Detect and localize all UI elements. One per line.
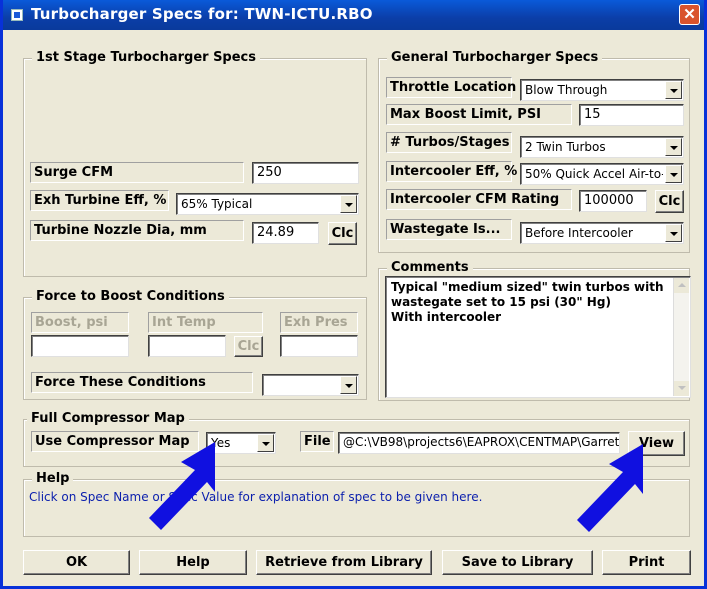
- annotation-arrow-icon: [149, 442, 215, 530]
- exh-turbine-eff-value: 65% Typical: [181, 197, 253, 211]
- comment-line: With intercooler: [391, 310, 502, 324]
- force-boost-title: Force to Boost Conditions: [32, 289, 229, 304]
- compressor-map-title: Full Compressor Map: [27, 411, 189, 426]
- int-temp-label: Int Temp: [148, 312, 263, 333]
- turbine-nozzle-dia-label[interactable]: Turbine Nozzle Dia, mm: [30, 220, 244, 241]
- comment-line: wastegate set to 15 psi (30" Hg): [391, 295, 611, 309]
- wastegate-select[interactable]: Before Intercooler: [520, 222, 684, 244]
- turbos-stages-label[interactable]: # Turbos/Stages: [386, 132, 512, 153]
- wastegate-label[interactable]: Wastegate Is...: [386, 219, 512, 240]
- exh-pres-label: Exh Pres: [280, 312, 358, 333]
- chevron-down-icon[interactable]: [665, 165, 682, 183]
- help-text: Click on Spec Name or Spec Value for exp…: [29, 490, 483, 504]
- scroll-up-icon[interactable]: [674, 278, 689, 293]
- ok-button[interactable]: OK: [23, 550, 130, 575]
- save-to-library-button[interactable]: Save to Library: [442, 550, 593, 575]
- exh-turbine-eff-label[interactable]: Exh Turbine Eff, %: [30, 190, 169, 211]
- exh-pres-field[interactable]: [280, 335, 358, 357]
- int-temp-field[interactable]: [148, 335, 226, 357]
- throttle-location-label[interactable]: Throttle Location: [386, 77, 516, 98]
- chevron-down-icon[interactable]: [665, 224, 682, 242]
- chevron-down-icon[interactable]: [665, 81, 682, 99]
- chevron-down-icon[interactable]: [340, 195, 357, 213]
- throttle-location-value: Blow Through: [525, 83, 608, 97]
- intercooler-eff-label[interactable]: Intercooler Eff, %: [386, 161, 517, 182]
- comment-line: Typical "medium sized" twin turbos with: [391, 280, 664, 294]
- force-calc-button[interactable]: Clc: [234, 336, 263, 357]
- intercooler-eff-select[interactable]: 50% Quick Accel Air-to-Air: [520, 163, 684, 185]
- surge-cfm-label[interactable]: Surge CFM: [30, 162, 244, 183]
- exh-turbine-eff-select[interactable]: 65% Typical: [176, 193, 359, 215]
- boost-psi-field[interactable]: [31, 335, 129, 357]
- turbine-nozzle-calc-button[interactable]: Clc: [328, 222, 357, 245]
- intercooler-cfm-label[interactable]: Intercooler CFM Rating: [386, 189, 572, 210]
- help-button[interactable]: Help: [139, 550, 247, 575]
- surge-cfm-field[interactable]: 250: [252, 162, 359, 184]
- intercooler-cfm-calc-button[interactable]: Clc: [655, 190, 684, 213]
- app-icon: [11, 9, 23, 21]
- force-these-conditions-select[interactable]: [262, 374, 359, 396]
- chevron-down-icon[interactable]: [665, 138, 682, 156]
- wastegate-value: Before Intercooler: [525, 226, 633, 240]
- file-label[interactable]: File: [300, 431, 334, 452]
- close-button[interactable]: ✕: [679, 4, 700, 25]
- throttle-location-select[interactable]: Blow Through: [520, 79, 684, 101]
- max-boost-limit-label[interactable]: Max Boost Limit, PSI: [386, 104, 572, 125]
- force-these-conditions-label[interactable]: Force These Conditions: [31, 372, 253, 393]
- title-bar[interactable]: Turbocharger Specs for: TWN-ICTU.RBO ✕: [3, 0, 704, 30]
- scroll-down-icon[interactable]: [674, 381, 689, 396]
- annotation-arrow-icon: [577, 444, 643, 532]
- max-boost-limit-field[interactable]: 15: [579, 104, 684, 126]
- comments-textarea[interactable]: Typical "medium sized" twin turbos with …: [385, 276, 691, 398]
- retrieve-from-library-button[interactable]: Retrieve from Library: [256, 550, 432, 575]
- chevron-down-icon[interactable]: [340, 376, 357, 394]
- first-stage-title: 1st Stage Turbocharger Specs: [32, 50, 260, 65]
- intercooler-cfm-field[interactable]: 100000: [579, 190, 647, 212]
- general-specs-title: General Turbocharger Specs: [387, 50, 603, 65]
- turbos-stages-value: 2 Twin Turbos: [525, 140, 606, 154]
- boost-psi-label: Boost, psi: [31, 312, 129, 333]
- chevron-down-icon[interactable]: [257, 434, 274, 452]
- comments-title: Comments: [387, 260, 473, 275]
- intercooler-eff-value: 50% Quick Accel Air-to-Air: [525, 167, 663, 181]
- turbos-stages-select[interactable]: 2 Twin Turbos: [520, 136, 684, 158]
- window-title: Turbocharger Specs for: TWN-ICTU.RBO: [31, 5, 373, 23]
- print-button[interactable]: Print: [602, 550, 691, 575]
- turbocharger-specs-dialog: Turbocharger Specs for: TWN-ICTU.RBO ✕ 1…: [0, 0, 707, 589]
- comments-scrollbar[interactable]: [673, 278, 689, 396]
- turbine-nozzle-dia-field[interactable]: 24.89: [252, 222, 319, 244]
- help-title: Help: [32, 471, 74, 486]
